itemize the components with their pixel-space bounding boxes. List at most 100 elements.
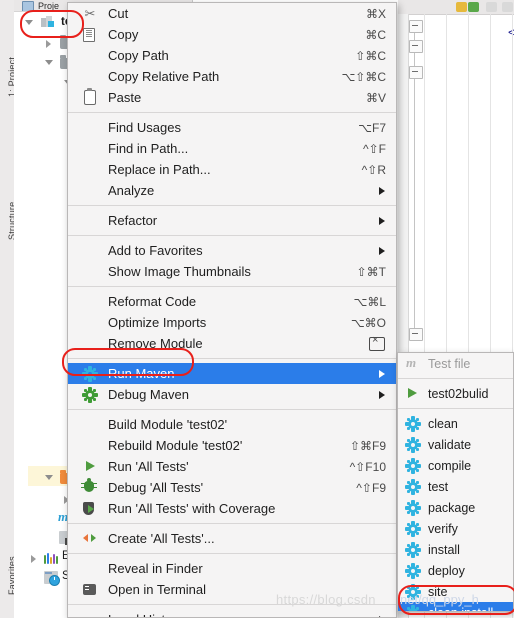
gear-blue-icon [405, 500, 421, 516]
menu-item-remove-module[interactable]: Remove Module [68, 333, 396, 354]
submenu-item-compile[interactable]: compile [398, 455, 513, 476]
submenu-item-label: validate [428, 437, 472, 452]
gear-green-icon [82, 387, 98, 403]
menu-item-label: Cut [108, 6, 129, 21]
menu-item-create-all-tests[interactable]: Create 'All Tests'... [68, 528, 396, 549]
terminal-icon [83, 584, 96, 595]
menu-item-shortcut: ⇧⌘T [356, 264, 386, 279]
menu-item-copy[interactable]: Copy ⌘C [68, 24, 396, 45]
settings-icon[interactable] [486, 2, 497, 12]
menu-item-shortcut: ⌘V [365, 90, 386, 105]
menu-item-debug-maven[interactable]: Debug Maven [68, 384, 396, 405]
scratches-icon [44, 571, 60, 586]
menu-item-run-all-tests[interactable]: Run 'All Tests' ^⇧F10 [68, 456, 396, 477]
submenu-item-label: Test file [428, 356, 471, 371]
menu-separator [68, 112, 396, 113]
gear-blue-icon [405, 542, 421, 558]
tree-expander-down-icon[interactable] [25, 20, 33, 25]
ok-icon[interactable] [468, 2, 479, 12]
menu-item-shortcut: ⌘X [365, 6, 386, 21]
menu-item-label: Show Image Thumbnails [108, 264, 251, 279]
submenu-item-validate[interactable]: validate [398, 434, 513, 455]
submenu-item-install[interactable]: install [398, 539, 513, 560]
menu-item-rebuild-module-test02[interactable]: Rebuild Module 'test02' ⇧⌘F9 [68, 435, 396, 456]
code-fold-icon[interactable] [409, 40, 423, 53]
menu-item-show-image-thumbnails[interactable]: Show Image Thumbnails ⇧⌘T [68, 261, 396, 282]
submenu-item-verify[interactable]: verify [398, 518, 513, 539]
menu-item-find-in-path[interactable]: Find in Path... ^⇧F [68, 138, 396, 159]
tree-expander-right-icon[interactable] [31, 555, 36, 563]
menu-item-build-module-test02[interactable]: Build Module 'test02' [68, 414, 396, 435]
menu-item-run-maven[interactable]: Run Maven [68, 363, 396, 384]
menu-item-label: Replace in Path... [108, 162, 211, 177]
tool-window-tab-strip[interactable]: 1: Project Structure Favorites [0, 0, 17, 618]
gear-blue-icon [405, 437, 421, 453]
menu-item-replace-in-path[interactable]: Replace in Path... ^⇧R [68, 159, 396, 180]
tree-expander-right-icon[interactable] [46, 40, 51, 48]
run-maven-submenu[interactable]: m Test file test02bulid clean validate compil… [397, 352, 514, 612]
menu-item-copy-relative-path[interactable]: Copy Relative Path ⌥⇧⌘C [68, 66, 396, 87]
submenu-arrow-icon [379, 370, 385, 378]
play-icon [408, 388, 417, 398]
menu-separator [68, 235, 396, 236]
menu-separator [68, 205, 396, 206]
more-icon[interactable] [502, 2, 513, 12]
menu-item-local-history[interactable]: Local History [68, 609, 396, 617]
submenu-item-clean[interactable]: clean [398, 413, 513, 434]
submenu-arrow-icon [379, 217, 385, 225]
menu-item-shortcut: ^⇧F [362, 141, 386, 156]
gear-blue-icon [82, 366, 98, 382]
project-pane-title: Proje [38, 1, 60, 11]
warning-icon[interactable] [456, 2, 467, 12]
submenu-item-package[interactable]: package [398, 497, 513, 518]
bug-icon [81, 478, 97, 492]
context-menu[interactable]: ✂ Cut ⌘X Copy ⌘C Copy Path ⇧⌘C Copy Relative Pa… [67, 2, 397, 618]
submenu-item-deploy[interactable]: deploy [398, 560, 513, 581]
menu-item-paste[interactable]: Paste ⌘V [68, 87, 396, 108]
tree-expander-down-icon[interactable] [45, 475, 53, 480]
menu-separator [68, 358, 396, 359]
menu-item-analyze[interactable]: Analyze [68, 180, 396, 201]
menu-item-shortcut: ^⇧F10 [349, 459, 386, 474]
menu-item-run-all-tests-with-coverage[interactable]: Run 'All Tests' with Coverage [68, 498, 396, 519]
menu-separator [68, 409, 396, 410]
run-config-icon [83, 534, 96, 543]
menu-item-add-to-favorites[interactable]: Add to Favorites [68, 240, 396, 261]
menu-separator [68, 286, 396, 287]
submenu-item-test02bulid[interactable]: test02bulid [398, 383, 513, 404]
submenu-item-test-file[interactable]: m Test file [398, 353, 513, 374]
menu-item-copy-path[interactable]: Copy Path ⇧⌘C [68, 45, 396, 66]
menu-item-label: Find in Path... [108, 141, 189, 156]
submenu-arrow-icon [379, 247, 385, 255]
paste-icon [84, 88, 96, 105]
menu-item-label: Copy Path [108, 48, 169, 63]
gear-blue-icon [405, 479, 421, 495]
menu-item-debug-all-tests[interactable]: Debug 'All Tests' ^⇧F9 [68, 477, 396, 498]
submenu-item-test[interactable]: test [398, 476, 513, 497]
gear-blue-icon [405, 416, 421, 432]
project-icon [22, 1, 34, 11]
menu-item-label: Add to Favorites [108, 243, 203, 258]
submenu-separator [398, 408, 513, 409]
submenu-separator [398, 378, 513, 379]
menu-item-label: Create 'All Tests'... [108, 531, 215, 546]
menu-item-refactor[interactable]: Refactor [68, 210, 396, 231]
code-fold-icon[interactable] [409, 20, 423, 33]
menu-item-shortcut: ⌥⇧⌘C [341, 69, 386, 84]
menu-item-label: Paste [108, 90, 142, 105]
menu-item-label: Run 'All Tests' [108, 459, 189, 474]
code-fold-icon[interactable] [409, 66, 423, 79]
menu-item-optimize-imports[interactable]: Optimize Imports ⌥⌘O [68, 312, 396, 333]
menu-item-find-usages[interactable]: Find Usages ⌥F7 [68, 117, 396, 138]
menu-item-label: Reveal in Finder [108, 561, 203, 576]
code-fold-icon[interactable] [409, 328, 423, 341]
menu-item-reformat-code[interactable]: Reformat Code ⌥⌘L [68, 291, 396, 312]
menu-item-label: Open in Terminal [108, 582, 207, 597]
tree-expander-down-icon[interactable] [45, 60, 53, 65]
menu-item-cut[interactable]: ✂ Cut ⌘X [68, 3, 396, 24]
submenu-item-label: clean [428, 416, 458, 431]
menu-item-reveal-in-finder[interactable]: Reveal in Finder [68, 558, 396, 579]
submenu-item-label: test02bulid [428, 386, 489, 401]
menu-item-label: Copy Relative Path [108, 69, 220, 84]
editor-toolbar[interactable] [398, 0, 514, 15]
